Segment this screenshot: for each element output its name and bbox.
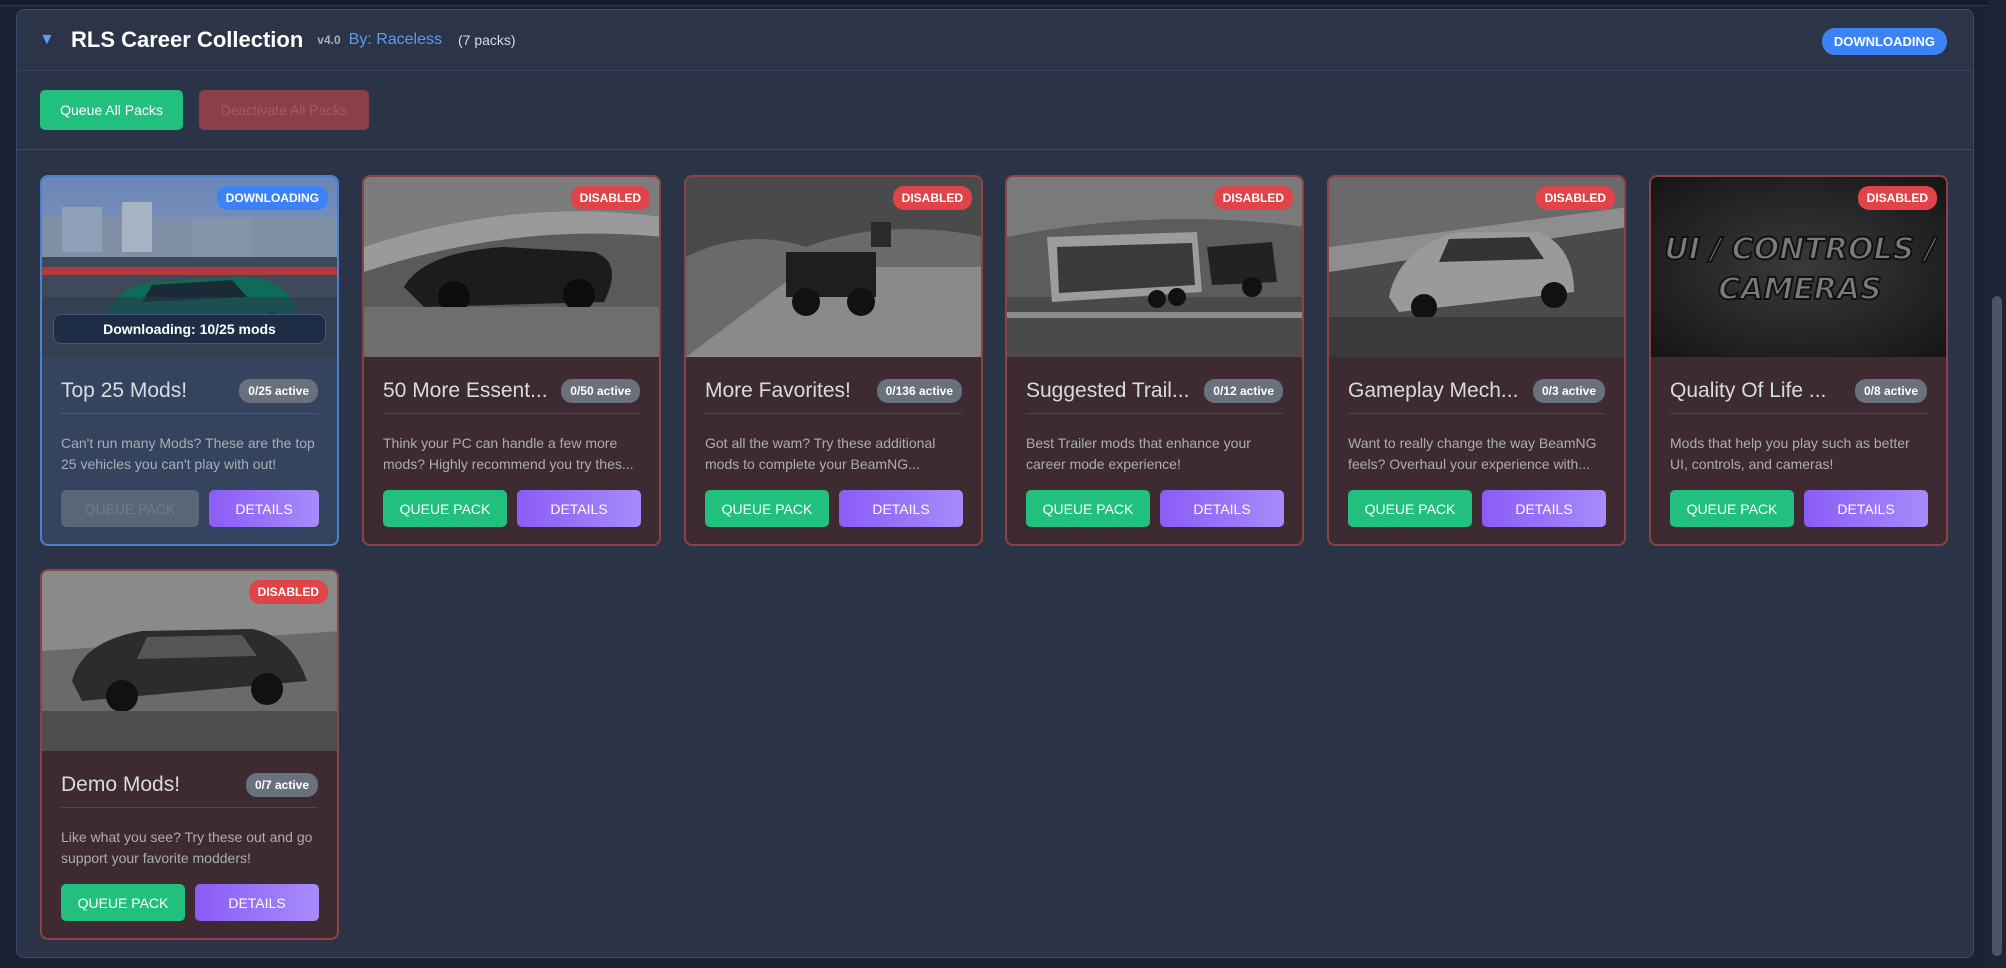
pack-description: Best Trailer mods that enhance your care… — [1026, 435, 1251, 472]
download-progress-bar: Downloading: 10/25 mods — [53, 314, 326, 344]
collection-panel: ▼ RLS Career Collection v4.0 By: Raceles… — [16, 9, 1974, 958]
pack-status-badge: DOWNLOADING — [216, 186, 328, 210]
thumbnail-text-line1: UI / CONTROLS / — [1664, 232, 1938, 267]
card-actions: QUEUE PACK DETAILS — [1670, 490, 1928, 527]
card-divider — [1670, 413, 1927, 414]
collection-pack-count: (7 packs) — [458, 32, 516, 48]
active-count-badge: 0/136 active — [876, 379, 962, 403]
active-count-badge: 0/50 active — [561, 379, 640, 403]
card-divider — [1348, 413, 1605, 414]
pack-card-demo-mods[interactable]: DISABLED Demo Mods! 0/7 active Like what… — [40, 569, 339, 940]
pack-title: More Favorites! — [705, 379, 851, 402]
collection-status-badge: DOWNLOADING — [1821, 28, 1947, 55]
pack-title: 50 More Essent... — [383, 379, 548, 402]
active-count-badge: 0/12 active — [1204, 379, 1283, 403]
details-button[interactable]: DETAILS — [209, 490, 319, 527]
card-divider — [1026, 413, 1283, 414]
queue-all-packs-button[interactable]: Queue All Packs — [40, 90, 183, 130]
pack-title: Quality Of Life ... — [1670, 379, 1827, 402]
details-button[interactable]: DETAILS — [1804, 490, 1928, 527]
queue-pack-button[interactable]: QUEUE PACK — [1026, 490, 1150, 527]
queue-pack-button[interactable]: QUEUE PACK — [61, 884, 185, 921]
active-count-badge: 0/3 active — [1532, 379, 1605, 403]
pack-description: Mods that help you play such as better U… — [1670, 435, 1910, 472]
pack-status-badge: DISABLED — [1857, 186, 1937, 210]
details-button[interactable]: DETAILS — [517, 490, 641, 527]
queue-pack-button[interactable]: QUEUE PACK — [61, 490, 199, 527]
collection-header[interactable]: ▼ RLS Career Collection v4.0 By: Raceles… — [17, 10, 1973, 71]
pack-description: Can't run many Mods? These are the top 2… — [61, 435, 315, 472]
details-button[interactable]: DETAILS — [1482, 490, 1606, 527]
card-actions: QUEUE PACK DETAILS — [383, 490, 641, 527]
pack-description: Think your PC can handle a few more mods… — [383, 435, 634, 472]
collection-toolbar: Queue All Packs Deactivate All Packs — [17, 71, 1973, 150]
thumbnail-text-line2: CAMERAS — [1718, 272, 1882, 307]
pack-card-suggested-trailers[interactable]: DISABLED Suggested Trail... 0/12 active … — [1005, 175, 1304, 546]
collection-author-link[interactable]: By: Raceless — [349, 31, 442, 49]
collection-title: RLS Career Collection — [71, 27, 304, 52]
pack-status-badge: DISABLED — [1213, 186, 1293, 210]
pack-card-top-25[interactable]: DOWNLOADING Downloading: 10/25 mods Top … — [40, 175, 339, 546]
page-scrollbar[interactable] — [1988, 0, 2006, 968]
pack-title: Gameplay Mech... — [1348, 379, 1518, 402]
card-actions: QUEUE PACK DETAILS — [1026, 490, 1284, 527]
pack-card-gameplay-mechanics[interactable]: DISABLED Gameplay Mech... 0/3 active Wan… — [1327, 175, 1626, 546]
card-actions: QUEUE PACK DETAILS — [61, 884, 319, 921]
details-button[interactable]: DETAILS — [195, 884, 319, 921]
details-button[interactable]: DETAILS — [839, 490, 963, 527]
pack-description: Got all the wam? Try these additional mo… — [705, 435, 936, 472]
pack-status-badge: DISABLED — [248, 580, 328, 604]
pack-card-quality-of-life[interactable]: UI / CONTROLS / CAMERAS DISABLED Quality… — [1649, 175, 1948, 546]
pack-title: Top 25 Mods! — [61, 379, 188, 402]
details-button[interactable]: DETAILS — [1160, 490, 1284, 527]
pack-status-badge: DISABLED — [892, 186, 972, 210]
collapse-triangle-icon[interactable]: ▼ — [39, 31, 59, 49]
pack-status-badge: DISABLED — [1535, 186, 1615, 210]
pack-description: Like what you see? Try these out and go … — [61, 829, 313, 866]
active-count-badge: 0/25 active — [239, 379, 318, 403]
active-count-badge: 0/8 active — [1854, 379, 1927, 403]
pack-card-50-more-essentials[interactable]: DISABLED 50 More Essent... 0/50 active T… — [362, 175, 661, 546]
scrollbar-thumb[interactable] — [1992, 296, 2002, 956]
active-count-badge: 0/7 active — [245, 773, 318, 797]
queue-pack-button[interactable]: QUEUE PACK — [1670, 490, 1794, 527]
queue-pack-button[interactable]: QUEUE PACK — [383, 490, 507, 527]
card-actions: QUEUE PACK DETAILS — [61, 490, 319, 527]
card-actions: QUEUE PACK DETAILS — [1348, 490, 1606, 527]
queue-pack-button[interactable]: QUEUE PACK — [1348, 490, 1472, 527]
window-top-edge — [0, 0, 2006, 6]
card-divider — [61, 807, 318, 808]
pack-status-badge: DISABLED — [570, 186, 650, 210]
card-actions: QUEUE PACK DETAILS — [705, 490, 963, 527]
card-divider — [383, 413, 640, 414]
pack-card-more-favorites[interactable]: DISABLED More Favorites! 0/136 active Go… — [684, 175, 983, 546]
pack-title: Demo Mods! — [61, 773, 181, 796]
collection-version: v4.0 — [317, 33, 341, 47]
deactivate-all-packs-button[interactable]: Deactivate All Packs — [199, 90, 369, 130]
queue-pack-button[interactable]: QUEUE PACK — [705, 490, 829, 527]
pack-title: Suggested Trail... — [1026, 379, 1190, 402]
card-divider — [61, 413, 318, 414]
card-divider — [705, 413, 962, 414]
pack-description: Want to really change the way BeamNG fee… — [1348, 435, 1597, 472]
